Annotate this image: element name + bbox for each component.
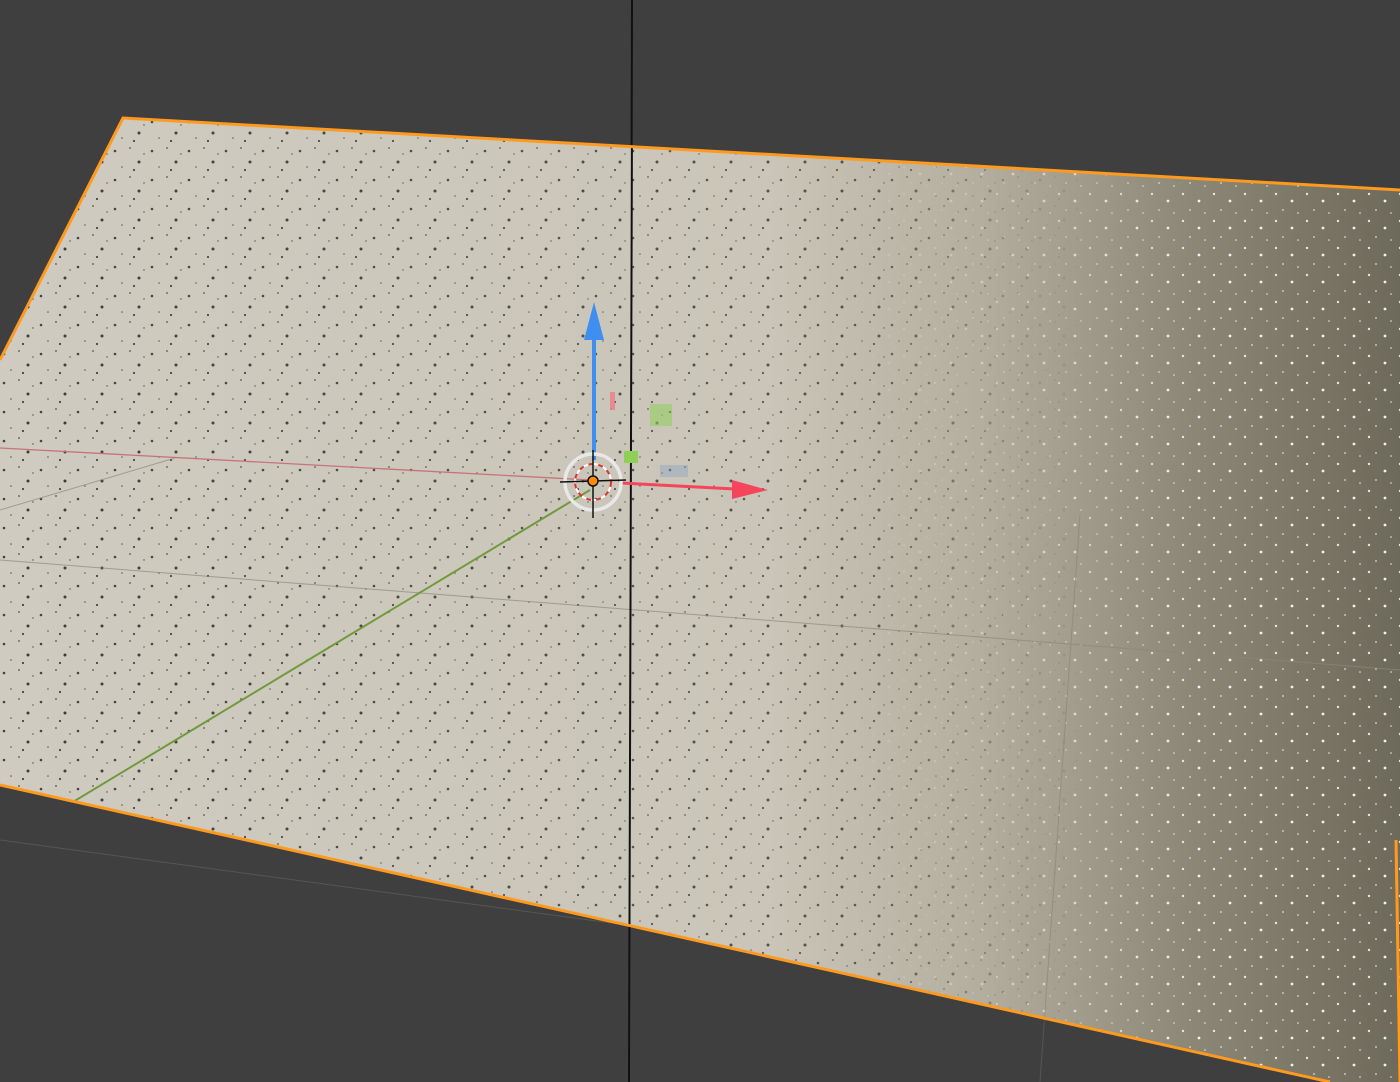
selected-plane[interactable]: [0, 0, 1400, 1082]
3d-viewport[interactable]: [0, 0, 1400, 1082]
y-axis-arrow[interactable]: [624, 451, 638, 463]
xz-plane-handle[interactable]: [610, 392, 615, 410]
viewport-canvas[interactable]: [0, 0, 1400, 1082]
xy-plane-handle[interactable]: [660, 465, 688, 477]
yz-plane-handle[interactable]: [650, 404, 672, 426]
object-origin-icon: [587, 475, 599, 487]
